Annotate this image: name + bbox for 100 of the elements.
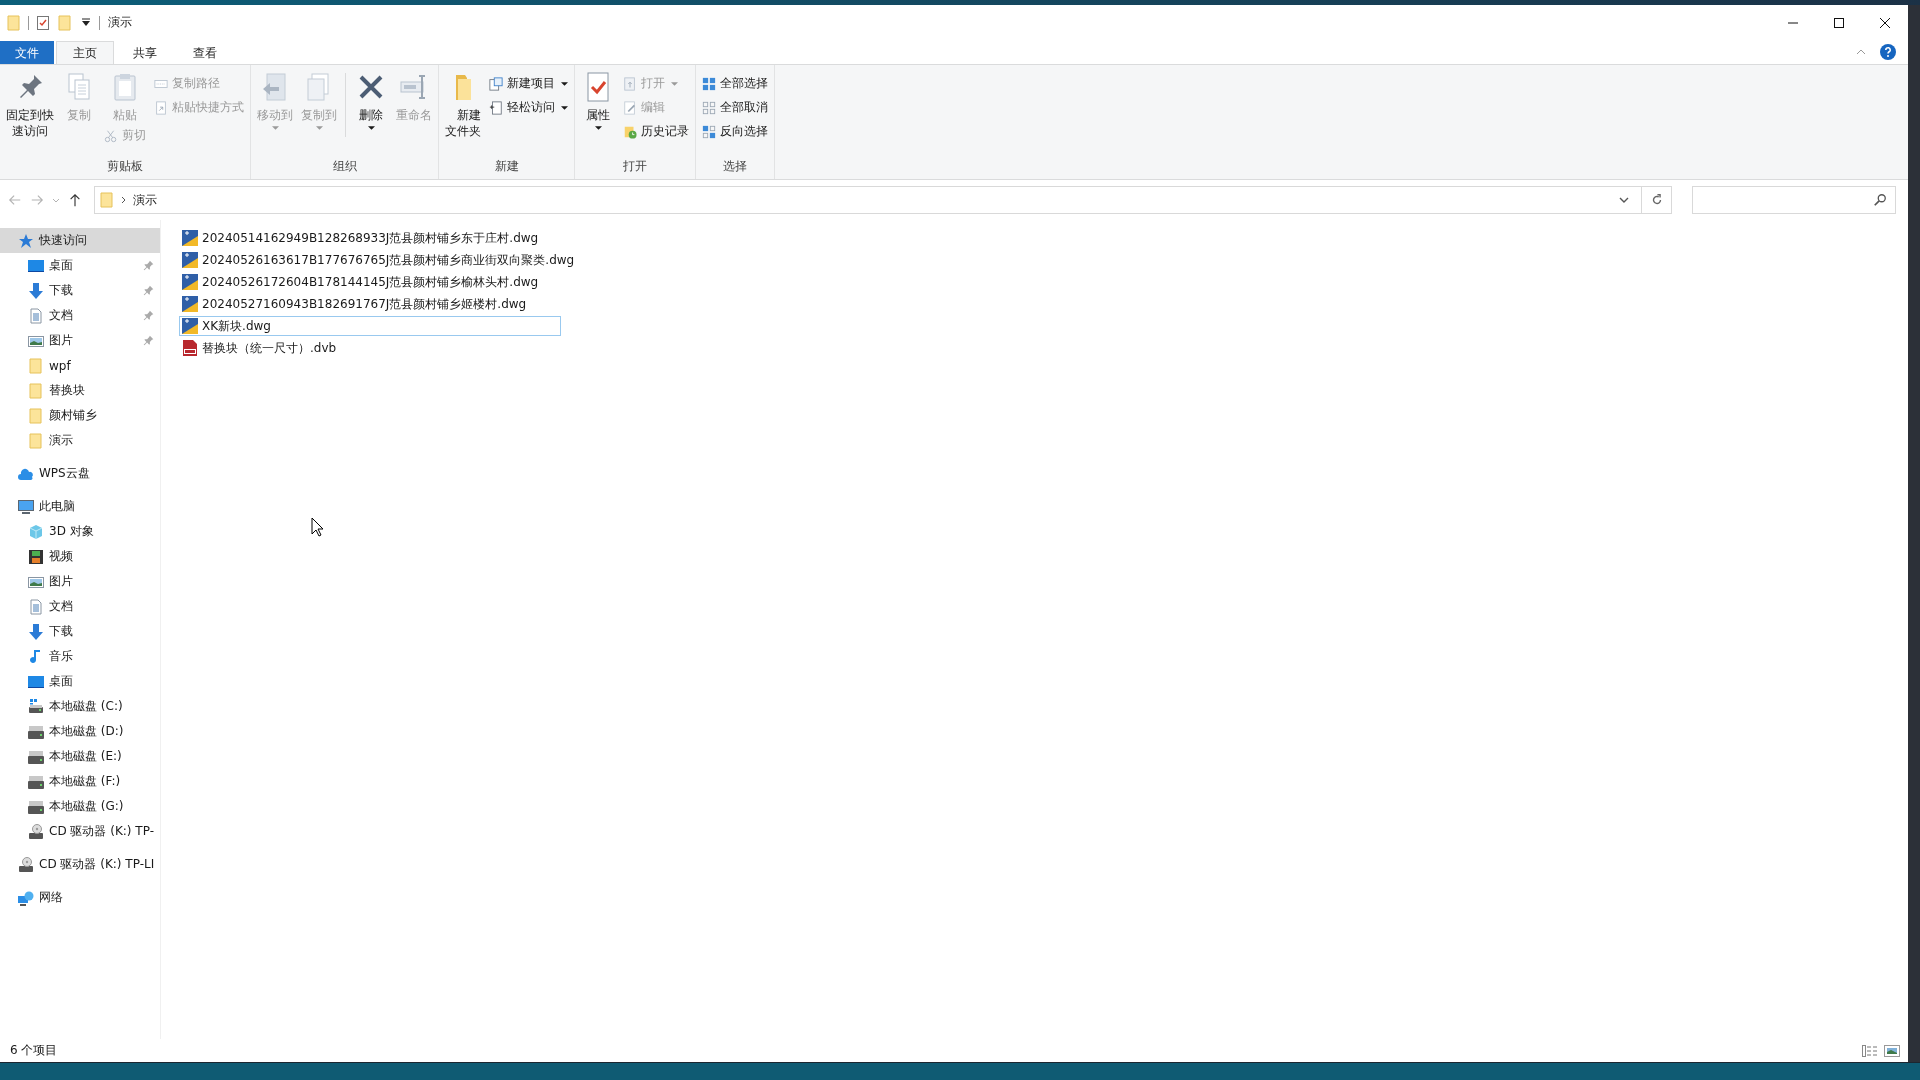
back-arrow-icon[interactable] <box>8 193 22 207</box>
scissors-icon <box>104 128 118 143</box>
ribbon-button[interactable]: 全部取消 <box>700 97 770 118</box>
nav-item[interactable]: 本地磁盘 (D:) <box>0 719 160 744</box>
select-all-icon <box>702 76 716 91</box>
download-arrow-icon <box>28 623 44 640</box>
window-title: 演示 <box>108 14 132 31</box>
chevron-down-icon[interactable] <box>1619 197 1629 203</box>
desktop-icon <box>28 257 44 274</box>
nav-item[interactable]: 文档 <box>0 303 160 328</box>
ribbon-button[interactable]: 属性 <box>579 69 617 132</box>
checked-document-icon[interactable] <box>35 14 51 31</box>
folder-icon <box>28 382 44 399</box>
drive-icon <box>28 798 44 815</box>
search-field[interactable] <box>1692 186 1896 214</box>
file-item[interactable]: 20240526172604B178144145J范县颜村铺乡榆林头村.dwg <box>179 272 561 292</box>
nav-item[interactable]: CD 驱动器 (K:) TP- <box>0 819 160 844</box>
nav-item[interactable]: 图片 <box>0 569 160 594</box>
nav-item[interactable]: 下载 <box>0 619 160 644</box>
file-item[interactable]: 替换块（统一尺寸）.dvb <box>179 338 561 358</box>
nav-item[interactable]: CD 驱动器 (K:) TP-LI <box>0 852 160 877</box>
details-view-icon[interactable] <box>1862 1044 1878 1057</box>
ribbon-tab[interactable]: 主页 <box>56 41 114 65</box>
nav-item[interactable]: 颜村铺乡 <box>0 403 160 428</box>
nav-item[interactable]: 文档 <box>0 594 160 619</box>
nav-item[interactable]: 本地磁盘 (G:) <box>0 794 160 819</box>
ribbon-button[interactable]: 轻松访问 <box>487 97 570 118</box>
nav-item[interactable]: 音乐 <box>0 644 160 669</box>
group-label: 新建 <box>493 158 520 175</box>
folder-icon[interactable] <box>57 14 73 31</box>
nav-item[interactable]: 快速访问 <box>0 228 160 253</box>
drawing-file-icon <box>182 274 198 290</box>
nav-item[interactable]: 3D 对象 <box>0 519 160 544</box>
folder-icon <box>99 192 115 208</box>
group-label: 选择 <box>722 158 748 175</box>
drawing-file-icon <box>182 296 198 312</box>
select-none-icon <box>702 100 716 115</box>
nav-item[interactable]: 桌面 <box>0 253 160 278</box>
file-item[interactable]: 20240527160943B182691767J范县颜村铺乡姬楼村.dwg <box>179 294 561 314</box>
nav-item[interactable]: 演示 <box>0 428 160 453</box>
ribbon-button[interactable]: 删除 <box>352 69 390 132</box>
group-label: 组织 <box>331 158 358 175</box>
nav-item[interactable]: 本地磁盘 (F:) <box>0 769 160 794</box>
new-item-icon <box>489 76 503 91</box>
nav-item[interactable]: 桌面 <box>0 669 160 694</box>
folder-icon <box>28 432 44 449</box>
ribbon-button[interactable]: 反向选择 <box>700 121 770 142</box>
nav-item[interactable]: 下载 <box>0 278 160 303</box>
ribbon-button[interactable]: 新建项目 <box>487 73 570 94</box>
mouse-pointer-icon <box>311 517 323 537</box>
open-icon <box>623 76 637 91</box>
nav-item[interactable]: 视频 <box>0 544 160 569</box>
nav-item[interactable]: 网络 <box>0 885 160 910</box>
download-arrow-icon <box>28 282 44 299</box>
close-icon <box>1880 17 1890 28</box>
folder-icon[interactable] <box>6 14 22 31</box>
group-label: 打开 <box>622 158 648 175</box>
chevron-right-icon[interactable] <box>121 196 127 204</box>
help-icon[interactable] <box>1880 44 1896 60</box>
ribbon-button[interactable]: 固定到快速访问 <box>4 69 56 141</box>
ribbon-tab[interactable]: 文件 <box>0 41 54 64</box>
nav-item[interactable]: WPS云盘 <box>0 461 160 486</box>
drawing-file-icon <box>182 252 198 268</box>
item-count: 6 个项目 <box>10 1042 58 1059</box>
pin-icon[interactable] <box>143 260 154 271</box>
pin-icon[interactable] <box>143 310 154 321</box>
nav-item[interactable]: 图片 <box>0 328 160 353</box>
ribbon-tab[interactable]: 查看 <box>176 41 234 64</box>
file-item[interactable]: 20240526163617B177676765J范县颜村铺乡商业街双向聚类.dwg <box>179 250 578 270</box>
folder-icon <box>28 357 44 374</box>
path-segment[interactable]: 演示 <box>133 191 157 209</box>
drawing-file-icon <box>182 318 198 334</box>
ribbon-tab[interactable]: 共享 <box>116 41 174 64</box>
network-icon <box>18 889 34 906</box>
ribbon-button[interactable]: 新建文件夹 <box>443 69 483 141</box>
nav-item[interactable]: wpf <box>0 353 160 378</box>
folder-icon <box>28 407 44 424</box>
maximize-icon <box>1834 17 1844 28</box>
cube-icon <box>28 523 44 540</box>
chevron-up-icon[interactable] <box>1856 49 1866 55</box>
nav-item[interactable]: 本地磁盘 (E:) <box>0 744 160 769</box>
film-icon <box>28 548 44 565</box>
ribbon-button[interactable]: 历史记录 <box>621 121 691 142</box>
large-icons-view-icon[interactable] <box>1884 1044 1900 1057</box>
file-item[interactable]: XK新块.dwg <box>179 316 561 336</box>
ribbon-button[interactable]: 全部选择 <box>700 73 770 94</box>
nav-item[interactable]: 此电脑 <box>0 494 160 519</box>
drive-icon <box>28 748 44 765</box>
system-drive-icon <box>28 698 44 715</box>
pin-icon[interactable] <box>143 285 154 296</box>
disc-drive-icon <box>18 856 34 873</box>
up-arrow-icon[interactable] <box>68 193 82 207</box>
file-item[interactable]: 20240514162949B128268933J范县颜村铺乡东于庄村.dwg <box>179 228 561 248</box>
desktop-icon <box>28 673 44 690</box>
pin-icon[interactable] <box>143 335 154 346</box>
address-bar[interactable]: 演示 <box>94 186 1672 214</box>
drive-icon <box>28 723 44 740</box>
nav-item[interactable]: 本地磁盘 (C:) <box>0 694 160 719</box>
nav-item[interactable]: 替换块 <box>0 378 160 403</box>
forward-arrow-icon[interactable] <box>30 193 44 207</box>
